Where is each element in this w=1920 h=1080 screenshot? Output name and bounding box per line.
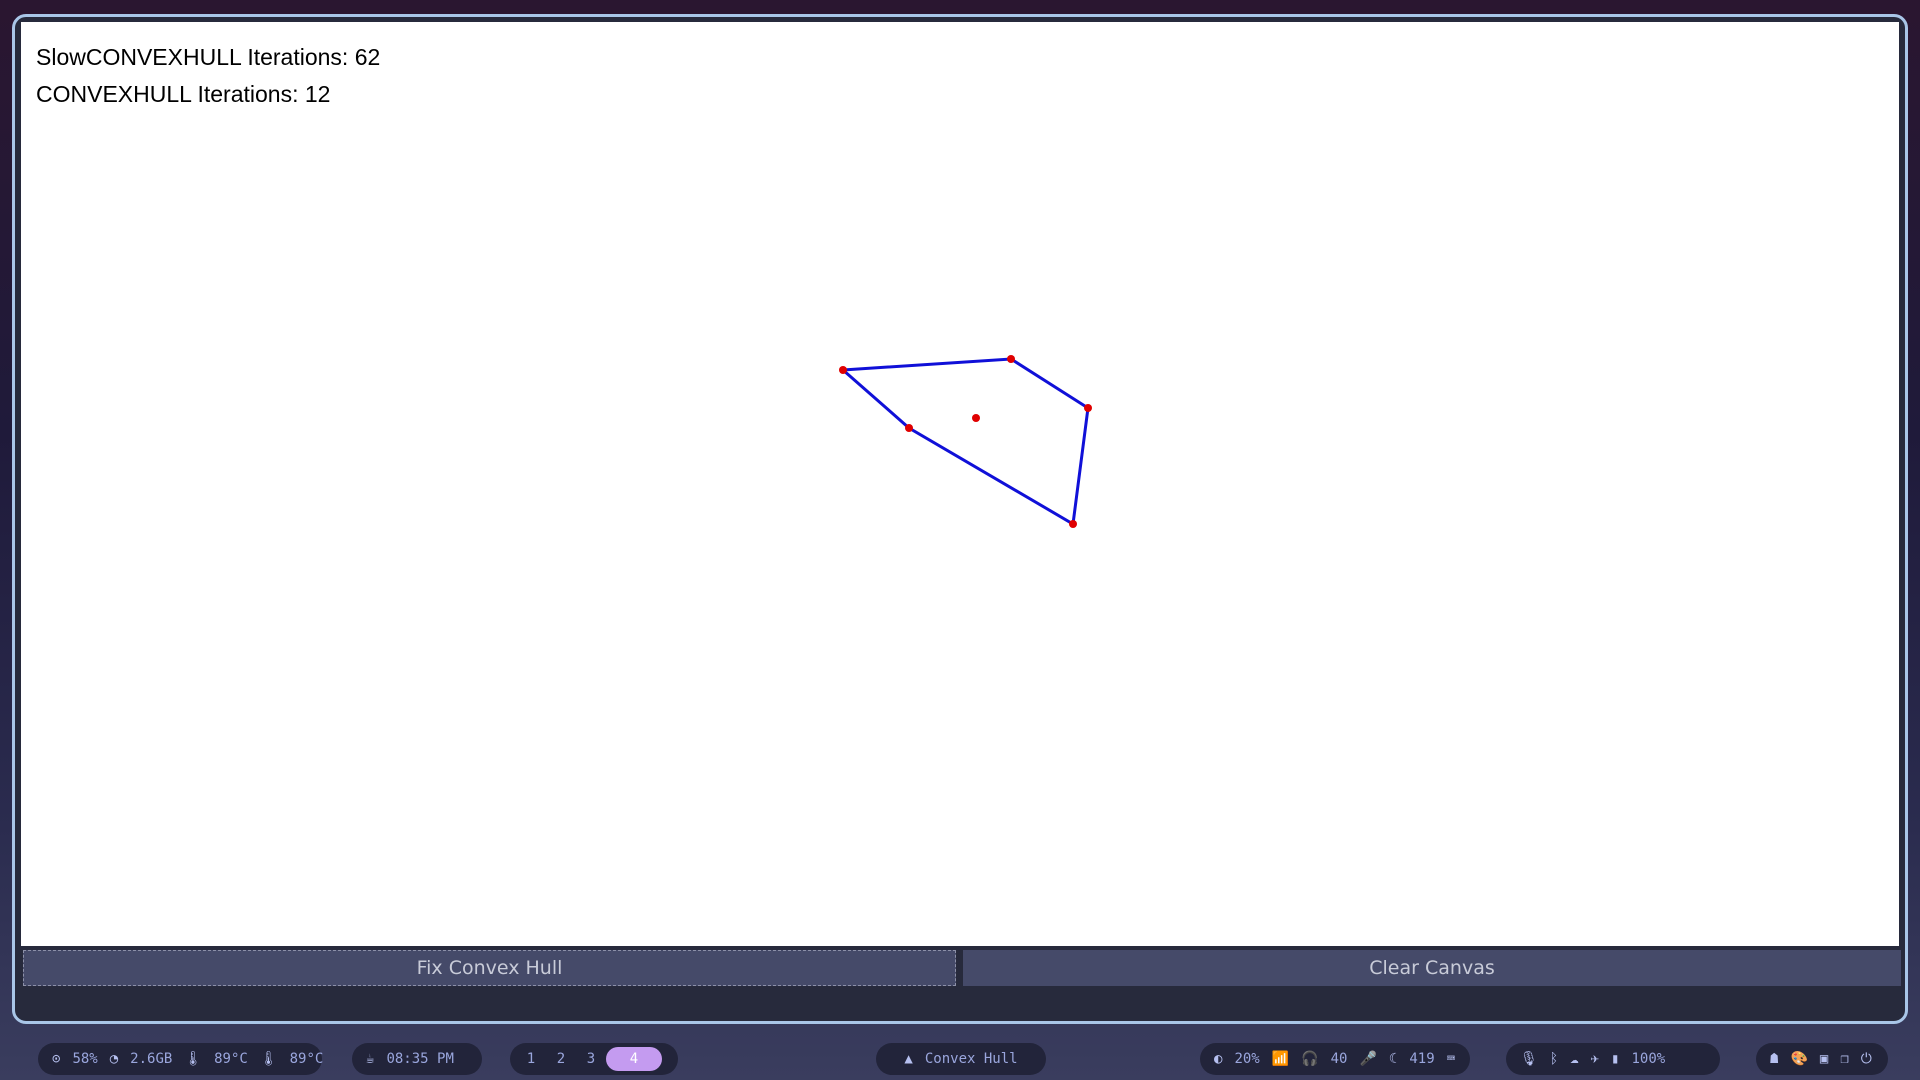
fix-convex-hull-button[interactable]: Fix Convex Hull: [23, 950, 956, 986]
interior-point: [972, 414, 980, 422]
workspace-2[interactable]: 2: [546, 1051, 576, 1067]
drawing-canvas[interactable]: SlowCONVEXHULL Iterations: 62 CONVEXHULL…: [21, 22, 1899, 946]
clock-time: 08:35 PM: [386, 1051, 454, 1067]
brightness: 20%: [1234, 1051, 1260, 1067]
workspace-4[interactable]: 4: [606, 1047, 662, 1071]
volume: 40: [1330, 1051, 1348, 1067]
clock[interactable]: ☕ 08:35 PM: [352, 1043, 482, 1075]
tray-stats: ◐ 20% 📶 🎧 40 🎤 ☾ 419 ⌨: [1200, 1043, 1470, 1075]
workspaces: 1 2 3 4: [510, 1043, 678, 1075]
system-stats: ⊙ 58% ◔ 2.6GB 🌡 89°C 🌡 89°C: [38, 1043, 324, 1075]
moon-value: 419: [1409, 1051, 1435, 1067]
thermometer-icon: 🌡: [184, 1051, 203, 1067]
workspace-3[interactable]: 3: [576, 1051, 606, 1067]
cup-icon: ☕: [366, 1051, 375, 1067]
hull-point: [1069, 520, 1077, 528]
vpn-icon[interactable]: ☁: [1570, 1051, 1578, 1067]
active-window-title: ▲ Convex Hull: [876, 1043, 1046, 1075]
hull-point: [1007, 355, 1015, 363]
battery-icon: ▮: [1611, 1051, 1620, 1067]
app-window: SlowCONVEXHULL Iterations: 62 CONVEXHULL…: [12, 14, 1908, 1024]
keyboard-icon: ⌨: [1446, 1051, 1456, 1067]
hull-point: [839, 366, 847, 374]
hull-point: [1084, 404, 1092, 412]
temp-1: 89°C: [214, 1051, 248, 1067]
clipboard-icon[interactable]: ❐: [1840, 1051, 1848, 1067]
arch-icon: ▲: [904, 1051, 913, 1067]
temp-2: 89°C: [289, 1051, 324, 1067]
wifi-icon[interactable]: 📶: [1272, 1051, 1289, 1067]
ghost-icon[interactable]: ☗: [1770, 1051, 1778, 1067]
cpu-icon: ⊙: [52, 1051, 61, 1067]
ram-icon: ◔: [109, 1051, 119, 1067]
bluetooth-icon[interactable]: ᛒ: [1550, 1051, 1558, 1067]
mic-icon: 🎤: [1359, 1051, 1377, 1067]
window-title: Convex Hull: [924, 1051, 1018, 1067]
screenshot-icon[interactable]: ▣: [1820, 1051, 1828, 1067]
hull-drawing: [839, 355, 1092, 528]
clear-canvas-button[interactable]: Clear Canvas: [963, 950, 1901, 986]
convex-hull-polygon: [839, 357, 1090, 527]
hull-point: [905, 424, 913, 432]
telegram-icon[interactable]: ✈: [1591, 1051, 1599, 1067]
thermometer-icon: 🌡: [259, 1051, 278, 1067]
workspace-1[interactable]: 1: [516, 1051, 546, 1067]
power-menu: ☗ 🎨 ▣ ❐ ⏻: [1756, 1043, 1888, 1075]
headphones-icon: 🎧: [1301, 1051, 1319, 1067]
moon-icon: ☾: [1388, 1051, 1398, 1067]
ram-usage: 2.6GB: [130, 1051, 173, 1067]
battery-level: 100%: [1631, 1051, 1666, 1067]
brightness-icon: ◐: [1214, 1051, 1223, 1067]
tray-icons: 🎙 ᛒ ☁ ✈ ▮ 100%: [1506, 1043, 1720, 1075]
palette-icon[interactable]: 🎨: [1790, 1051, 1807, 1067]
power-icon[interactable]: ⏻: [1861, 1051, 1872, 1067]
microphone-icon[interactable]: 🎙: [1520, 1051, 1538, 1067]
cpu-usage: 58%: [72, 1051, 98, 1067]
